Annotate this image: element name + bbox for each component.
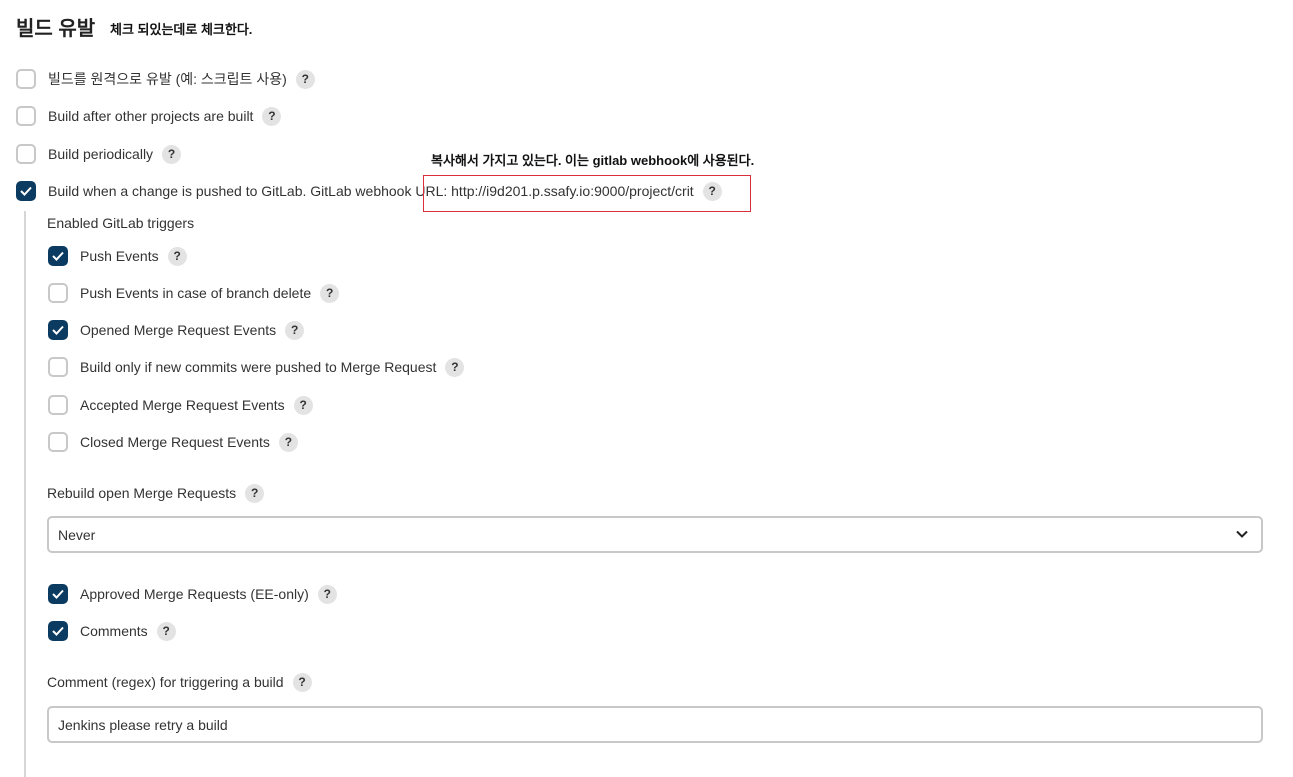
approved-mr-checkbox[interactable] (48, 584, 68, 604)
section-title: 빌드 유발 (16, 18, 96, 40)
enabled-gitlab-triggers-label: Enabled GitLab triggers (47, 215, 195, 231)
comment-regex-value: Jenkins please retry a build (58, 716, 228, 733)
help-icon[interactable]: ? (162, 144, 182, 164)
rebuild-open-mr-label-row: Rebuild open Merge Requests ? (47, 481, 265, 505)
event-closed-mr-checkbox[interactable] (48, 432, 68, 452)
comment-regex-label-row: Comment (regex) for triggering a build ? (47, 670, 312, 694)
event-push[interactable]: Push Events ? (48, 244, 187, 268)
annotation-url: 복사해서 가지고 있는다. 이는 gitlab webhook에 사용된다. (431, 153, 755, 168)
trigger-periodically-label: Build periodically (48, 146, 154, 162)
comment-regex-input[interactable]: Jenkins please retry a build (47, 706, 1263, 743)
help-icon[interactable]: ? (167, 246, 187, 266)
trigger-gitlab-push-checkbox[interactable] (16, 181, 36, 201)
event-opened-mr[interactable]: Opened Merge Request Events ? (48, 318, 305, 342)
event-closed-mr-label: Closed Merge Request Events (80, 434, 270, 450)
event-new-commits-mr-checkbox[interactable] (48, 357, 68, 377)
annotation-top: 체크 되있는데로 체크한다. (110, 22, 253, 37)
event-push-branch-delete-label: Push Events in case of branch delete (80, 285, 312, 301)
help-icon[interactable]: ? (445, 357, 465, 377)
comments[interactable]: Comments ? (48, 619, 176, 643)
event-closed-mr[interactable]: Closed Merge Request Events ? (48, 430, 298, 454)
event-new-commits-mr-label: Build only if new commits were pushed to… (80, 359, 437, 375)
help-icon[interactable]: ? (285, 320, 305, 340)
event-push-branch-delete[interactable]: Push Events in case of branch delete ? (48, 281, 340, 305)
event-opened-mr-label: Opened Merge Request Events (80, 322, 277, 338)
event-accepted-mr-label: Accepted Merge Request Events (80, 397, 285, 413)
trigger-remote[interactable]: 빌드를 원격으로 유발 (예: 스크립트 사용) ? (16, 67, 315, 91)
rebuild-open-mr-select[interactable]: Never (47, 516, 1263, 553)
event-push-checkbox[interactable] (48, 246, 68, 266)
help-icon[interactable]: ? (295, 69, 315, 89)
event-new-commits-mr[interactable]: Build only if new commits were pushed to… (48, 355, 465, 379)
help-icon[interactable]: ? (293, 395, 313, 415)
approved-mr[interactable]: Approved Merge Requests (EE-only) ? (48, 582, 337, 606)
help-icon[interactable]: ? (320, 283, 340, 303)
trigger-after-other[interactable]: Build after other projects are built ? (16, 104, 282, 128)
comments-label: Comments (80, 623, 148, 639)
trigger-remote-label: 빌드를 원격으로 유발 (예: 스크립트 사용) (48, 71, 287, 87)
chevron-down-icon (1236, 530, 1248, 538)
help-icon[interactable]: ? (292, 672, 312, 692)
event-push-branch-delete-checkbox[interactable] (48, 283, 68, 303)
help-icon[interactable]: ? (262, 106, 282, 126)
event-accepted-mr-checkbox[interactable] (48, 395, 68, 415)
approved-mr-label: Approved Merge Requests (EE-only) (80, 586, 309, 602)
help-icon[interactable]: ? (278, 432, 298, 452)
rebuild-open-mr-label: Rebuild open Merge Requests (47, 485, 237, 501)
trigger-after-other-label: Build after other projects are built (48, 108, 254, 124)
trigger-remote-checkbox[interactable] (16, 69, 36, 89)
webhook-url-highlight (423, 175, 751, 212)
event-push-label: Push Events (80, 248, 159, 264)
comment-regex-label: Comment (regex) for triggering a build (47, 674, 284, 690)
event-accepted-mr[interactable]: Accepted Merge Request Events ? (48, 393, 313, 417)
trigger-periodically[interactable]: Build periodically ? (16, 142, 182, 166)
help-icon[interactable]: ? (317, 584, 337, 604)
trigger-periodically-checkbox[interactable] (16, 144, 36, 164)
help-icon[interactable]: ? (245, 483, 265, 503)
event-opened-mr-checkbox[interactable] (48, 320, 68, 340)
help-icon[interactable]: ? (156, 621, 176, 641)
nested-indent-line (24, 211, 26, 777)
comments-checkbox[interactable] (48, 621, 68, 641)
trigger-after-other-checkbox[interactable] (16, 106, 36, 126)
rebuild-open-mr-value: Never (58, 526, 96, 543)
